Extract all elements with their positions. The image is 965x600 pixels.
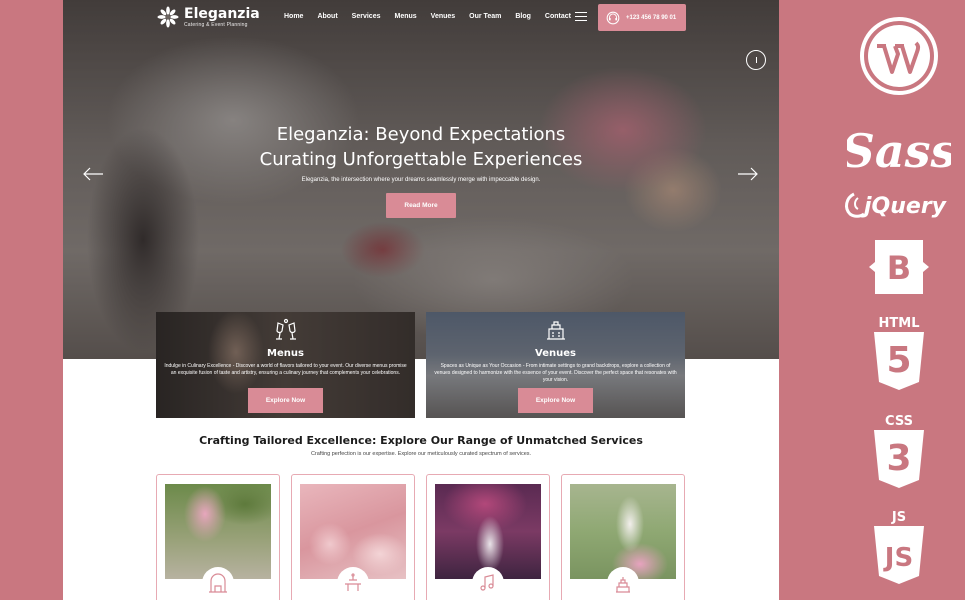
nav-item-menus[interactable]: Menus xyxy=(387,13,423,20)
headset-icon xyxy=(606,11,620,24)
nav-item-venues[interactable]: Venues xyxy=(424,13,463,20)
services-heading: Crafting Tailored Excellence: Explore Ou… xyxy=(199,434,643,447)
hero-title-line1: Eleganzia: Beyond Expectations xyxy=(276,124,566,145)
feature-title: Menus xyxy=(267,348,304,359)
venue-building-icon xyxy=(547,321,565,340)
css-version: 3 xyxy=(886,438,911,479)
hamburger-menu-icon[interactable] xyxy=(575,12,587,22)
service-icon-badge xyxy=(202,567,234,599)
js-icon: JS JS xyxy=(834,508,964,590)
table-setting-image xyxy=(300,484,406,579)
service-card[interactable] xyxy=(426,474,550,600)
nav-item-home[interactable]: Home xyxy=(277,13,310,20)
music-hearts-icon xyxy=(480,574,494,591)
feature-title: Venues xyxy=(535,348,576,359)
nav-item-contact[interactable]: Contact xyxy=(538,13,578,20)
sass-icon: Sass xyxy=(834,108,964,188)
service-icon-badge xyxy=(472,567,504,599)
wedding-arch-image xyxy=(165,484,271,579)
explore-now-button[interactable]: Explore Now xyxy=(518,388,593,413)
service-card[interactable] xyxy=(291,474,415,600)
scroll-down-icon[interactable] xyxy=(746,50,766,70)
jquery-wordmark: jQuery xyxy=(861,194,948,219)
hero-title: Eleganzia: Beyond Expectations Curating … xyxy=(213,122,629,172)
css3-icon: CSS 3 xyxy=(834,412,964,490)
html5-icon: HTML 5 xyxy=(834,314,964,392)
css-label: CSS xyxy=(885,414,913,429)
service-icon-badge xyxy=(607,567,639,599)
html-version: 5 xyxy=(886,340,911,381)
wedding-arch-icon xyxy=(209,573,227,593)
jquery-icon: jQuery xyxy=(834,188,964,222)
main-nav: Home About Services Menus Venues Our Tea… xyxy=(277,13,578,20)
first-dance-image xyxy=(435,484,541,579)
services-subheading: Crafting perfection is our expertise. Ex… xyxy=(310,451,532,457)
bride-garden-image xyxy=(570,484,676,579)
arrow-left-icon[interactable] xyxy=(82,166,104,182)
hero-title-line2: Curating Unforgettable Experiences xyxy=(259,149,583,170)
sass-wordmark: Sass xyxy=(847,124,951,178)
bootstrap-icon: B xyxy=(834,238,964,296)
brand-logo[interactable]: Eleganzia Catering & Event Planning xyxy=(157,6,260,28)
service-icon-badge xyxy=(337,567,369,599)
read-more-button[interactable]: Read More xyxy=(386,193,456,218)
phone-number: +123 456 78 90 01 xyxy=(626,14,677,21)
hero-section: Eleganzia Catering & Event Planning Home… xyxy=(63,0,779,359)
nav-item-blog[interactable]: Blog xyxy=(508,13,538,20)
phone-button[interactable]: +123 456 78 90 01 xyxy=(598,4,686,31)
js-label: JS xyxy=(891,510,906,525)
wedding-cake-icon xyxy=(616,577,630,593)
wordpress-icon xyxy=(834,16,964,96)
nav-item-about[interactable]: About xyxy=(310,13,344,20)
bootstrap-letter: B xyxy=(887,249,911,287)
nav-item-services[interactable]: Services xyxy=(345,13,388,20)
service-card[interactable] xyxy=(561,474,685,600)
feature-description: Indulge in Culinary Excellence - Discove… xyxy=(164,363,407,376)
flower-logo-icon xyxy=(157,6,179,28)
brand-tagline: Catering & Event Planning xyxy=(184,21,248,28)
js-glyph: JS xyxy=(883,543,913,573)
nav-item-our-team[interactable]: Our Team xyxy=(462,13,508,20)
explore-now-button[interactable]: Explore Now xyxy=(248,388,323,413)
hero-subtitle: Eleganzia, the intersection where your d… xyxy=(301,177,541,183)
feature-card-venues: Venues Spaces as Unique as Your Occasion… xyxy=(426,312,685,418)
website-preview: Eleganzia Catering & Event Planning Home… xyxy=(63,0,779,600)
feature-card-menus: Menus Indulge in Culinary Excellence - D… xyxy=(156,312,415,418)
service-card[interactable] xyxy=(156,474,280,600)
champagne-glasses-icon xyxy=(276,318,296,340)
arrow-right-icon[interactable] xyxy=(737,166,759,182)
html-label: HTML xyxy=(879,316,920,331)
dining-table-icon xyxy=(345,573,361,591)
feature-description: Spaces as Unique as Your Occasion - From… xyxy=(434,363,677,383)
brand-name: Eleganzia xyxy=(184,5,260,22)
